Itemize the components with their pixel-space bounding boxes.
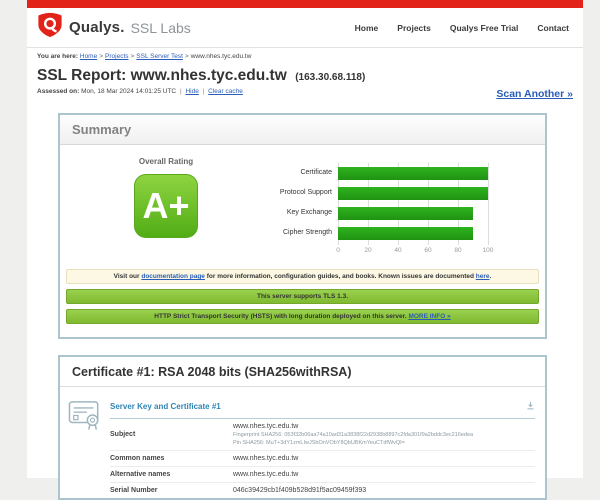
clear-cache-link[interactable]: Clear cache	[208, 88, 243, 95]
separator: >	[99, 53, 103, 60]
download-icon[interactable]	[526, 397, 535, 415]
brand-qualys: Qualys.	[69, 19, 125, 36]
cert-value-text: www.nhes.tyc.edu.tw	[233, 471, 298, 478]
certificate-body: Server Key and Certificate #1 Subjectwww…	[60, 387, 545, 498]
cert-section-title: Server Key and Certificate #1	[110, 402, 221, 411]
server-ip: (163.30.68.118)	[295, 72, 365, 83]
hide-link[interactable]: Hide	[185, 88, 198, 95]
chart-tick-label: 0	[336, 247, 340, 254]
nav-item-projects[interactable]: Projects	[397, 23, 431, 33]
hsts-notice: HTTP Strict Transport Security (HSTS) wi…	[66, 309, 539, 324]
breadcrumb-link[interactable]: SSL Server Test	[136, 53, 183, 60]
notice-text: HTTP Strict Transport Security (HSTS) wi…	[154, 313, 406, 320]
chart-plot-area: 0 20 40 60 80 100	[338, 163, 500, 259]
cert-row-label: Alternative names	[110, 471, 233, 478]
chart-bar	[338, 167, 488, 180]
cert-row-label: Serial Number	[110, 487, 233, 494]
documentation-notice: Visit our documentation page for more in…	[66, 269, 539, 284]
assessed-on: Assessed on: Mon, 18 Mar 2024 14:01:25 U…	[37, 88, 243, 95]
summary-header: Summary	[60, 115, 545, 145]
cert-section-header: Server Key and Certificate #1	[110, 397, 535, 419]
summary-body: Overall Rating A+ CertificateProtocol Su…	[60, 145, 545, 259]
rating-chart: CertificateProtocol SupportKey ExchangeC…	[272, 157, 500, 259]
summary-notices: Visit our documentation page for more in…	[60, 259, 545, 337]
cert-value-detail: Fingerprint SHA256: 053f32b06aa74a10ad31…	[233, 432, 473, 438]
breadcrumb-link[interactable]: Projects	[105, 53, 128, 60]
certificate-table: Subjectwww.nhes.tyc.edu.twFingerprint SH…	[110, 419, 535, 498]
grade-badge: A+	[134, 174, 198, 238]
chart-bar	[338, 207, 473, 220]
cert-value-text: www.nhes.tyc.edu.tw	[233, 455, 298, 462]
chart-category-protocol-support: Protocol Support	[272, 183, 338, 203]
top-red-bar	[27, 0, 583, 8]
separator: >	[185, 53, 189, 60]
breadcrumb-current: www.nhes.tyc.edu.tw	[191, 53, 252, 60]
breadcrumb-link[interactable]: Home	[80, 53, 97, 60]
tls13-notice: This server supports TLS 1.3.	[66, 289, 539, 304]
cert-row-value: www.nhes.tyc.edu.tw	[233, 471, 298, 478]
chart-category-labels: CertificateProtocol SupportKey ExchangeC…	[272, 163, 338, 259]
chart-tick-label: 100	[483, 247, 494, 254]
known-issues-link[interactable]: here	[476, 273, 490, 280]
documentation-page-link[interactable]: documentation page	[141, 273, 205, 280]
table-row: Serial Number046c39429cb1f409b528d91f5ac…	[110, 483, 535, 498]
chart-tick-label: 20	[364, 247, 371, 254]
nav-item-home[interactable]: Home	[355, 23, 379, 33]
summary-panel: Summary Overall Rating A+ CertificatePro…	[58, 113, 547, 339]
brand-ssl-labs: SSL Labs	[131, 20, 191, 36]
chart-bar	[338, 227, 473, 240]
cert-row-label: Subject	[110, 431, 233, 438]
page-title: SSL Report: www.nhes.tyc.edu.tw	[37, 67, 287, 84]
brand[interactable]: Qualys. SSL Labs	[37, 12, 191, 43]
assessed-value: Mon, 18 Mar 2024 14:01:25 UTC	[81, 88, 176, 95]
scan-another-link[interactable]: Scan Another »	[496, 88, 573, 100]
separator: |	[203, 88, 205, 95]
assessed-row: Assessed on: Mon, 18 Mar 2024 14:01:25 U…	[27, 85, 583, 100]
chart-category-key-exchange: Key Exchange	[272, 203, 338, 223]
nav-item-contact[interactable]: Contact	[537, 23, 569, 33]
certificate-header: Certificate #1: RSA 2048 bits (SHA256wit…	[60, 357, 545, 387]
certificate-main: Server Key and Certificate #1 Subjectwww…	[110, 397, 535, 498]
qualys-logo-icon	[37, 12, 63, 43]
notice-text: This server supports TLS 1.3.	[257, 293, 348, 300]
cert-value-detail: Pin SHA256: MuT+3dY1zmLIwJSbOnVObY8QbUBK…	[233, 440, 473, 446]
nav-item-qualys-free-trial[interactable]: Qualys Free Trial	[450, 23, 519, 33]
cert-row-value: www.nhes.tyc.edu.tw	[233, 455, 298, 462]
notice-text: .	[490, 273, 492, 280]
assessed-label: Assessed on:	[37, 88, 79, 95]
breadcrumb-prefix: You are here:	[37, 53, 78, 60]
cert-row-value: www.nhes.tyc.edu.tw Fingerprint SHA256: 0…	[233, 423, 473, 446]
table-row: Common nameswww.nhes.tyc.edu.tw	[110, 451, 535, 467]
more-info-link[interactable]: MORE INFO »	[408, 313, 450, 320]
table-row: Subjectwww.nhes.tyc.edu.tw Fingerprint SH…	[110, 419, 535, 451]
overall-rating: Overall Rating A+	[60, 157, 272, 259]
chart-gridline	[488, 163, 489, 245]
page: Qualys. SSL Labs Home Projects Qualys Free…	[27, 0, 583, 478]
chart-tick-label: 80	[454, 247, 461, 254]
top-nav: Home Projects Qualys Free Trial Contact	[355, 23, 569, 33]
cert-row-label: Common names	[110, 455, 233, 462]
cert-value-text: www.nhes.tyc.edu.tw	[233, 423, 473, 430]
chart-tick-label: 40	[394, 247, 401, 254]
notice-text: Visit our	[114, 273, 142, 280]
overall-rating-label: Overall Rating	[60, 157, 272, 166]
chart-category-certificate: Certificate	[272, 163, 338, 183]
site-header: Qualys. SSL Labs Home Projects Qualys Free…	[27, 8, 583, 48]
cert-value-text: 046c39429cb1f409b528d91f5ac09459f393	[233, 487, 366, 494]
report-title-row: SSL Report: www.nhes.tyc.edu.tw (163.30.…	[27, 64, 583, 85]
chart-tick-label: 60	[424, 247, 431, 254]
certificate-panel: Certificate #1: RSA 2048 bits (SHA256wit…	[58, 355, 547, 500]
breadcrumb-links: Home>Projects>SSL Server Test>www.nhes.t…	[80, 53, 252, 60]
separator: |	[180, 88, 182, 95]
chart-category-cipher-strength: Cipher Strength	[272, 223, 338, 243]
cert-row-value: 046c39429cb1f409b528d91f5ac09459f393	[233, 487, 366, 494]
notice-text: for more information, configuration guid…	[205, 273, 476, 280]
table-row: Alternative nameswww.nhes.tyc.edu.tw	[110, 467, 535, 483]
certificate-icon	[68, 397, 110, 498]
chart-bar	[338, 187, 488, 200]
breadcrumb: You are here: Home>Projects>SSL Server T…	[27, 48, 583, 64]
separator: >	[131, 53, 135, 60]
